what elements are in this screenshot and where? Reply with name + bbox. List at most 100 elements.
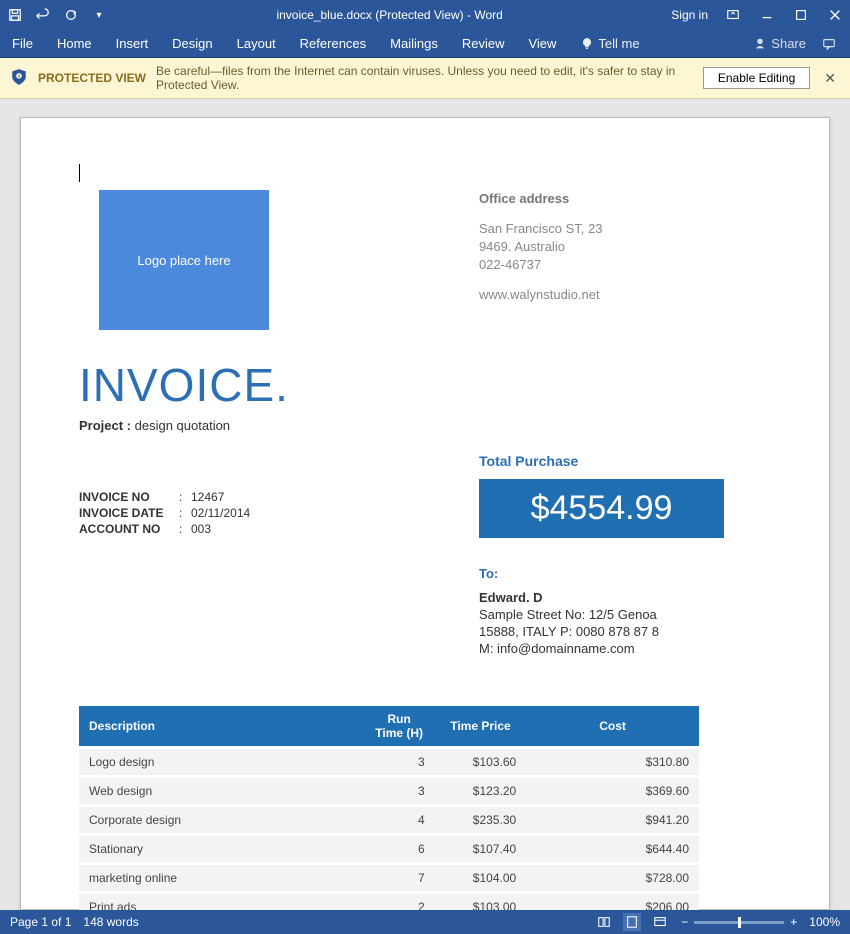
word-count[interactable]: 148 words [83,915,138,929]
item-cost: $644.40 [526,836,699,862]
sign-in-button[interactable]: Sign in [671,8,708,22]
invoice-fields: INVOICE NO:12467 INVOICE DATE:02/11/2014… [79,489,419,537]
web-layout-icon[interactable] [651,913,669,931]
item-cost: $310.80 [526,749,699,775]
text-cursor [79,164,771,182]
item-cost: $941.20 [526,807,699,833]
item-desc: Stationary [79,836,364,862]
protected-view-label: PROTECTED VIEW [38,71,146,85]
to-label: To: [479,566,771,581]
shield-icon: i [10,68,28,89]
print-layout-icon[interactable] [623,913,641,931]
tell-me[interactable]: Tell me [580,36,639,51]
item-cost: $206.00 [526,894,699,910]
share-label: Share [771,36,806,51]
close-warning-icon[interactable]: ✕ [820,70,840,87]
tab-home[interactable]: Home [57,36,92,51]
project-label: Project : [79,418,131,433]
table-row: Web design3$123.20$369.60 [79,778,699,804]
item-desc: Corporate design [79,807,364,833]
tab-mailings[interactable]: Mailings [390,36,438,51]
save-icon[interactable] [6,6,24,24]
project-value: design quotation [131,418,230,433]
share-button[interactable]: Share [753,36,806,51]
document-page: Logo place here INVOICE. Project : desig… [20,117,830,910]
item-price: $103.60 [435,749,526,775]
document-area[interactable]: Logo place here INVOICE. Project : desig… [0,99,850,910]
invoice-no-label: INVOICE NO [79,489,179,505]
total-purchase-value: $4554.99 [479,479,724,538]
office-website: www.walynstudio.net [479,286,603,304]
col-desc: Description [79,706,364,746]
invoice-heading: INVOICE. [79,358,289,412]
office-line1: San Francisco ST, 23 [479,220,603,238]
zoom-in-icon[interactable]: + [790,915,797,929]
zoom-percent[interactable]: 100% [809,915,840,929]
ribbon-tabs: File Home Insert Design Layout Reference… [0,30,850,58]
tab-review[interactable]: Review [462,36,505,51]
account-no-value: 003 [191,521,211,537]
invoice-no-value: 12467 [191,489,224,505]
item-desc: Print ads [79,894,364,910]
item-desc: marketing online [79,865,364,891]
col-price: Time Price [435,706,526,746]
item-price: $104.00 [435,865,526,891]
item-run: 6 [364,836,435,862]
minimize-icon[interactable] [758,6,776,24]
enable-editing-button[interactable]: Enable Editing [703,67,810,89]
title-bar: ▾ invoice_blue.docx (Protected View) - W… [0,0,850,30]
table-row: marketing online7$104.00$728.00 [79,865,699,891]
invoice-date-label: INVOICE DATE [79,505,179,521]
recipient-addr: Sample Street No: 12/5 Genoa [479,606,771,623]
account-no-label: ACCOUNT NO [79,521,179,537]
tab-design[interactable]: Design [172,36,212,51]
item-price: $235.30 [435,807,526,833]
ribbon-display-icon[interactable] [724,6,742,24]
office-phone: 022-46737 [479,256,603,274]
qat-customize-icon[interactable]: ▾ [90,6,108,24]
lightbulb-icon [580,37,594,51]
page-status[interactable]: Page 1 of 1 [10,915,71,929]
table-row: Logo design3$103.60$310.80 [79,749,699,775]
comments-icon[interactable] [820,35,838,53]
tab-insert[interactable]: Insert [116,36,149,51]
item-cost: $369.60 [526,778,699,804]
item-run: 3 [364,778,435,804]
maximize-icon[interactable] [792,6,810,24]
recipient-block: Edward. D Sample Street No: 12/5 Genoa 1… [479,589,771,657]
logo-placeholder: Logo place here [99,190,269,330]
table-row: Print ads2$103.00$206.00 [79,894,699,910]
protected-view-bar: i PROTECTED VIEW Be careful—files from t… [0,58,850,99]
read-mode-icon[interactable] [595,913,613,931]
status-bar: Page 1 of 1 148 words − + 100% [0,910,850,934]
tab-layout[interactable]: Layout [237,36,276,51]
zoom-slider[interactable]: − + [681,915,797,929]
office-title: Office address [479,190,603,208]
table-row: Stationary6$107.40$644.40 [79,836,699,862]
invoice-date-value: 02/11/2014 [191,505,250,521]
undo-icon[interactable] [34,6,52,24]
office-line2: 9469. Australio [479,238,603,256]
item-price: $123.20 [435,778,526,804]
col-run: Run Time (H) [364,706,435,746]
item-run: 4 [364,807,435,833]
tab-view[interactable]: View [528,36,556,51]
office-address: Office address San Francisco ST, 23 9469… [479,190,603,304]
table-row: Corporate design4$235.30$941.20 [79,807,699,833]
item-price: $103.00 [435,894,526,910]
tab-file[interactable]: File [12,36,33,51]
redo-icon[interactable] [62,6,80,24]
item-run: 3 [364,749,435,775]
zoom-track[interactable] [694,921,784,924]
tell-me-label: Tell me [598,36,639,51]
item-run: 7 [364,865,435,891]
share-icon [753,37,767,51]
zoom-out-icon[interactable]: − [681,915,688,929]
tab-references[interactable]: References [300,36,366,51]
items-table: Description Run Time (H) Time Price Cost… [79,703,699,910]
project-line: Project : design quotation [79,418,289,433]
close-icon[interactable] [826,6,844,24]
total-purchase-label: Total Purchase [479,453,771,469]
item-price: $107.40 [435,836,526,862]
zoom-thumb[interactable] [738,917,741,928]
